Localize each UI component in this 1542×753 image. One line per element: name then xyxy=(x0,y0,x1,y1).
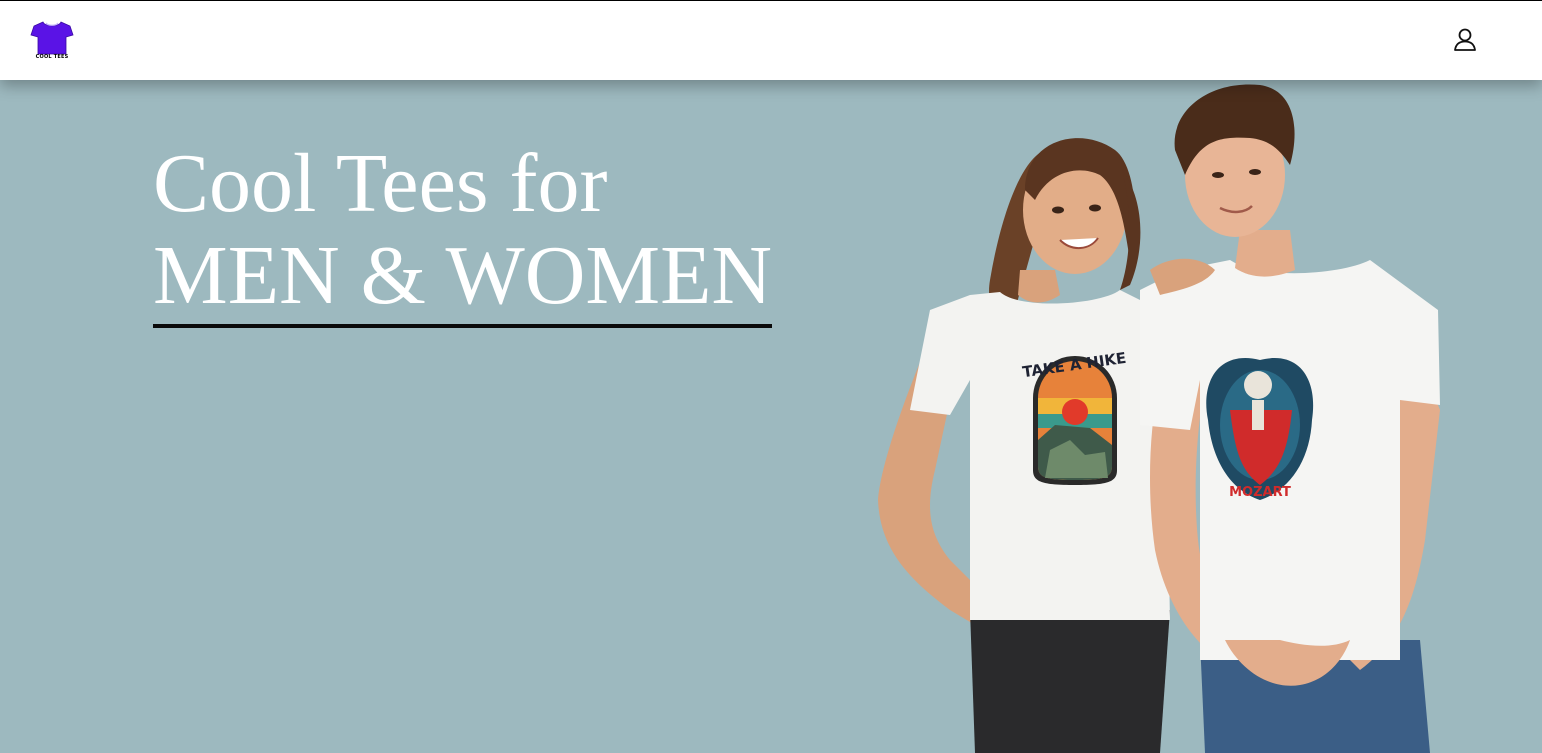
woman-figure: TAKE A HIKE xyxy=(878,138,1170,753)
tshirt-logo-icon xyxy=(30,21,74,55)
logo-label: COOL TEES xyxy=(35,54,69,60)
user-account-icon[interactable] xyxy=(1452,27,1478,53)
hero-title-line2: MEN & WOMEN xyxy=(153,230,773,328)
man-figure: MOZART xyxy=(1140,84,1440,753)
hero-models-image: TAKE A HIKE MOZART xyxy=(878,84,1440,753)
landing-page: COOL TEES Cool Tees for MEN & WOMEN TAKE… xyxy=(0,0,1542,753)
hero-heading: Cool Tees for MEN & WOMEN xyxy=(153,137,773,328)
hero-title-line1: Cool Tees for xyxy=(153,137,608,230)
brand-logo[interactable]: COOL TEES xyxy=(29,20,75,66)
site-header: COOL TEES xyxy=(0,0,1542,80)
men-print-text: MOZART xyxy=(1229,485,1291,500)
hero-banner: Cool Tees for MEN & WOMEN TAKE A HIKE MO… xyxy=(0,80,1542,753)
